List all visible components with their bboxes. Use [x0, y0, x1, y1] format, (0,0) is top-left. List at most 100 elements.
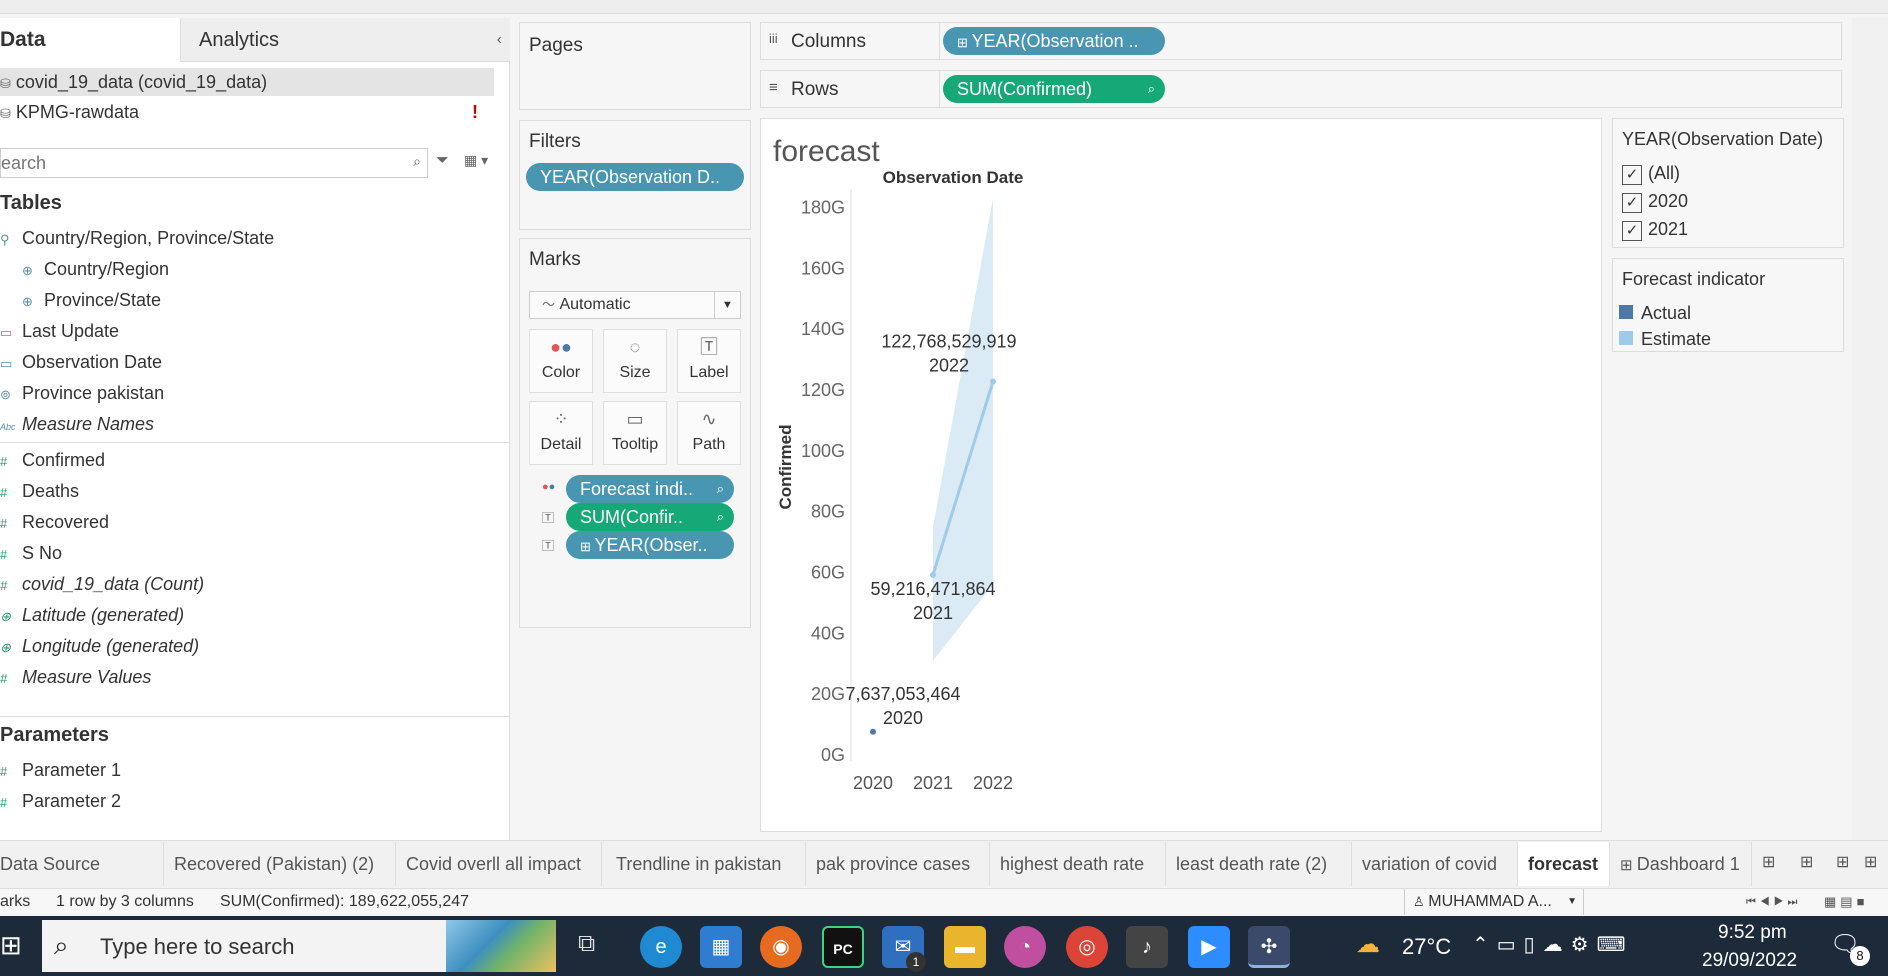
color-button[interactable]: ●● Color	[529, 329, 593, 393]
field-last-update[interactable]: ▭ Last Update	[0, 321, 119, 342]
tab-least-death-rate[interactable]: least death rate (2)	[1166, 842, 1352, 886]
new-sheet-icon[interactable]: ⊞	[1864, 852, 1877, 872]
field-measure-names[interactable]: Abc Measure Names	[0, 414, 154, 435]
task-view-icon[interactable]: ⧉	[578, 930, 595, 958]
number-icon: #	[0, 795, 8, 810]
filter-pill-year[interactable]: YEAR(Observation D..	[526, 163, 744, 191]
field-confirmed[interactable]: # Confirmed	[0, 450, 105, 471]
marks-pill-forecast-indicator[interactable]: Forecast indi.. ⌕	[566, 475, 734, 503]
field-recovered[interactable]: # Recovered	[0, 512, 109, 533]
view-options-icon[interactable]: ▦ ▾	[464, 152, 488, 169]
datasource-item-covid[interactable]: ⛁ covid_19_data (covid_19_data)	[0, 68, 494, 96]
weather-icon[interactable]: ☁	[1356, 930, 1380, 959]
tab-data-source[interactable]: Data Source	[0, 842, 164, 886]
field-s-no[interactable]: # S No	[0, 543, 62, 564]
tab-analytics[interactable]: Analytics ‹	[180, 18, 510, 62]
mark-type-dropdown[interactable]: 〜 Automatic ▼	[529, 291, 741, 319]
clock-time[interactable]: 9:52 pm	[1718, 922, 1787, 944]
clock-date[interactable]: 29/09/2022	[1702, 950, 1797, 972]
filter-icon[interactable]: ⏷	[436, 152, 449, 170]
tab-highest-death-rate[interactable]: highest death rate	[990, 842, 1166, 886]
tab-recovered-pakistan[interactable]: Recovered (Pakistan) (2)	[164, 842, 396, 886]
y-tick-label: 40G	[811, 623, 845, 643]
search-field[interactable]: ⌕	[0, 148, 428, 178]
marks-pill-sum-confirmed[interactable]: SUM(Confir.. ⌕	[566, 503, 734, 531]
sheet-nav-icons[interactable]: ⏮◀▶⏭	[1746, 889, 1801, 915]
field-measure-values[interactable]: # Measure Values	[0, 667, 151, 688]
columns-label: Columns	[791, 31, 866, 52]
tab-covid-overall-impact[interactable]: Covid overll all impact	[396, 842, 602, 886]
tab-pak-province-cases[interactable]: pak province cases	[806, 842, 990, 886]
datasource-label: KPMG-rawdata	[15, 102, 139, 122]
detail-button[interactable]: ⁘ Detail	[529, 401, 593, 465]
zoom-icon[interactable]: ▶	[1188, 926, 1230, 968]
legend-item-estimate[interactable]: Estimate	[1619, 329, 1711, 350]
number-icon: #	[0, 764, 8, 779]
checkbox-checked-icon[interactable]: ✓	[1622, 221, 1642, 241]
user-menu[interactable]: ♙ MUHAMMAD A... ▼	[1404, 889, 1584, 915]
number-icon: #	[0, 516, 8, 531]
datasource-item-kpmg[interactable]: ⛁ KPMG-rawdata !	[0, 98, 494, 126]
search-input[interactable]	[1, 149, 401, 177]
view-mode-icons[interactable]: ▦▤■	[1824, 889, 1868, 915]
tray-icons[interactable]: ⌃▭▯☁⚙⌨	[1472, 932, 1633, 957]
tooltip-button[interactable]: ▭ Tooltip	[603, 401, 667, 465]
label-button[interactable]: 🅃 Label	[677, 329, 741, 393]
legend-item-actual[interactable]: Actual	[1619, 303, 1691, 324]
field-country-region[interactable]: ⊕ Country/Region	[22, 259, 169, 280]
notification-center-icon[interactable]: 🗨 8	[1830, 930, 1870, 966]
field-country-region-province-state[interactable]: ⚲ Country/Region, Province/State	[0, 228, 274, 249]
filter-option-2020[interactable]: ✓ 2020	[1622, 191, 1688, 213]
new-dashboard-icon[interactable]: ⊞	[1800, 852, 1813, 872]
path-button[interactable]: ∿ Path	[677, 401, 741, 465]
size-button[interactable]: ◌ Size	[603, 329, 667, 393]
chrome-icon[interactable]: ◎	[1066, 926, 1108, 968]
dashboard-icon: ⊞	[1620, 857, 1637, 874]
checkbox-checked-icon[interactable]: ✓	[1622, 165, 1642, 185]
field-province-state[interactable]: ⊕ Province/State	[22, 290, 161, 311]
photos-icon[interactable]: ◔	[1004, 926, 1046, 968]
field-observation-date[interactable]: ▭ Observation Date	[0, 352, 162, 373]
windows-start-icon[interactable]: ⊞	[0, 930, 22, 961]
columns-pill-year[interactable]: ⊞ YEAR(Observation ..	[943, 27, 1165, 55]
tab-data[interactable]: Data	[0, 18, 180, 62]
field-latitude[interactable]: ⊕ Latitude (generated)	[0, 605, 184, 626]
field-deaths[interactable]: # Deaths	[0, 481, 79, 502]
globe-icon: ⊕	[0, 609, 11, 624]
field-longitude[interactable]: ⊕ Longitude (generated)	[0, 636, 199, 657]
filters-card[interactable]: Filters YEAR(Observation D..	[519, 120, 751, 230]
tab-dashboard-1[interactable]: ⊞ Dashboard 1	[1610, 842, 1752, 886]
globe-icon: ⊕	[0, 640, 11, 655]
collapse-icon[interactable]: ‹	[497, 18, 502, 62]
field-count[interactable]: # covid_19_data (Count)	[0, 574, 204, 595]
filter-option-2021[interactable]: ✓ 2021	[1622, 219, 1688, 241]
edge-icon[interactable]: e	[640, 926, 682, 968]
media-player-icon[interactable]: ♪	[1126, 926, 1168, 968]
y-tick-label: 20G	[811, 684, 845, 704]
tableau-icon[interactable]: ✣	[1248, 926, 1290, 968]
marks-pill-year[interactable]: ⊞ YEAR(Obser..	[566, 531, 734, 559]
field-province-pakistan[interactable]: ⊚ Province pakistan	[0, 383, 164, 404]
pages-card[interactable]: Pages	[519, 22, 751, 110]
number-icon: #	[0, 578, 8, 593]
rows-pill-sum-confirmed[interactable]: SUM(Confirmed) ⌕	[943, 75, 1165, 103]
tab-forecast[interactable]: forecast	[1518, 842, 1610, 886]
new-story-icon[interactable]: ⊞	[1836, 852, 1849, 872]
new-worksheet-icon[interactable]: ⊞	[1762, 852, 1775, 872]
tab-trendline-pakistan[interactable]: Trendline in pakistan	[606, 842, 806, 886]
checkbox-checked-icon[interactable]: ✓	[1622, 193, 1642, 213]
y-tick-label: 60G	[811, 562, 845, 582]
field-parameter-2[interactable]: # Parameter 2	[0, 791, 121, 812]
color-dots-icon: ●●	[542, 481, 556, 493]
microsoft-store-icon[interactable]: ▦	[700, 926, 742, 968]
columns-shelf[interactable]: iii Columns ⊞ YEAR(Observation ..	[760, 22, 1842, 60]
pycharm-icon[interactable]: PC	[822, 926, 864, 968]
field-parameter-1[interactable]: # Parameter 1	[0, 760, 121, 781]
tab-variation-of-covid[interactable]: variation of covid	[1352, 842, 1518, 886]
rows-shelf[interactable]: ≡ Rows SUM(Confirmed) ⌕	[760, 70, 1842, 108]
mail-icon[interactable]: ✉ 1	[882, 926, 926, 972]
taskbar-search-box[interactable]: ⌕ Type here to search	[42, 920, 556, 972]
firefox-icon[interactable]: ◉	[760, 926, 802, 968]
filter-option-all[interactable]: ✓ (All)	[1622, 163, 1680, 185]
file-explorer-icon[interactable]: ▬	[944, 926, 986, 968]
